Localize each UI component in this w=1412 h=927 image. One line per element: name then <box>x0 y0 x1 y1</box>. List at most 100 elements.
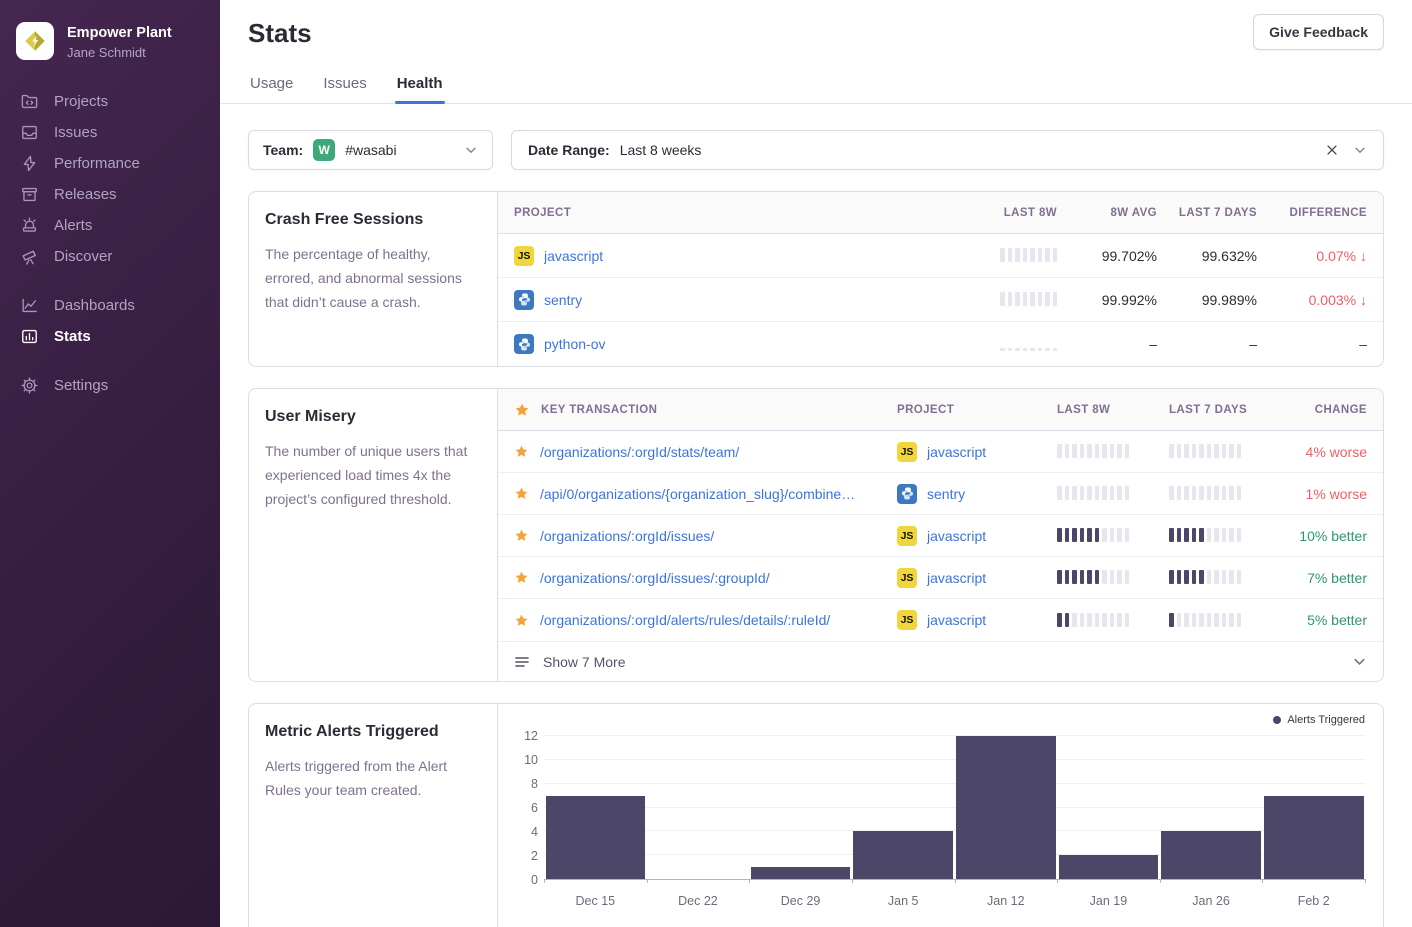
project-link[interactable]: javascript <box>927 444 986 460</box>
sidebar-item-label: Performance <box>54 155 140 172</box>
x-axis-tick <box>647 879 648 883</box>
chevron-down-icon <box>464 143 478 157</box>
crash-free-table-body: JSjavascript99.702%99.632%0.07% ↓sentry9… <box>498 234 1383 366</box>
user-misery-title: User Misery <box>265 408 481 426</box>
sidebar-item-issues[interactable]: Issues <box>0 117 220 148</box>
sidebar-item-releases[interactable]: Releases <box>0 179 220 210</box>
show-more-row[interactable]: Show 7 More <box>498 641 1383 681</box>
sidebar-item-performance[interactable]: Performance <box>0 148 220 179</box>
tab-issues[interactable]: Issues <box>321 67 368 103</box>
date-range-label: Date Range: <box>528 142 610 158</box>
transaction-link[interactable]: /organizations/:orgId/issues/:groupId/ <box>540 570 770 586</box>
project-cell: sentry <box>514 290 937 310</box>
sparkline <box>1057 611 1169 627</box>
column-header: Last 7 Days <box>1157 207 1257 219</box>
x-axis-tick <box>1160 879 1161 883</box>
give-feedback-button[interactable]: Give Feedback <box>1253 14 1384 50</box>
date-range-icons <box>1325 143 1367 157</box>
last-8w-sparkline-cell <box>1057 526 1169 545</box>
last-8w-sparkline-cell <box>1057 568 1169 587</box>
sparkline <box>1169 484 1281 500</box>
org-name: Empower Plant <box>67 22 172 42</box>
date-range-select[interactable]: Date Range: Last 8 weeks <box>511 130 1384 170</box>
star-icon[interactable] <box>514 613 529 628</box>
crash-free-table-header: ProjectLast 8W8W AvgLast 7 DaysDifferenc… <box>498 192 1383 234</box>
difference-value: 0.003% ↓ <box>1257 292 1367 308</box>
list-icon <box>514 655 530 669</box>
project-link[interactable]: javascript <box>544 248 603 264</box>
x-tick-label: Jan 12 <box>955 894 1058 908</box>
change-value: 10% better <box>1281 528 1367 544</box>
sidebar-item-discover[interactable]: Discover <box>0 241 220 272</box>
bar-cell <box>1160 736 1263 879</box>
y-tick-label: 4 <box>531 825 538 839</box>
legend-label: Alerts Triggered <box>1287 714 1365 726</box>
star-icon[interactable] <box>514 570 529 585</box>
project-link[interactable]: python-ov <box>544 336 605 352</box>
dashboards-icon <box>19 296 39 316</box>
project-link[interactable]: sentry <box>927 486 965 502</box>
x-axis-tick <box>1365 879 1366 883</box>
project-link[interactable]: javascript <box>927 612 986 628</box>
metric-alerts-description-column: Metric Alerts Triggered Alerts triggered… <box>249 704 498 927</box>
transaction-link[interactable]: /api/0/organizations/{organization_slug}… <box>540 486 855 502</box>
last-8w-sparkline-cell <box>937 246 1057 265</box>
last-8w-sparkline-cell <box>1057 611 1169 630</box>
star-icon[interactable] <box>514 528 529 543</box>
date-range-value: Last 8 weeks <box>620 142 702 158</box>
star-icon[interactable] <box>514 486 529 501</box>
project-cell: JSjavascript <box>514 246 937 266</box>
discover-icon <box>19 247 39 267</box>
sidebar-item-label: Stats <box>54 328 91 345</box>
x-axis-tick <box>1057 879 1058 883</box>
project-link[interactable]: javascript <box>927 570 986 586</box>
column-header: Last 8W <box>937 207 1057 219</box>
8w-avg-value: – <box>1057 336 1157 352</box>
sidebar-item-alerts[interactable]: Alerts <box>0 210 220 241</box>
python-platform-icon <box>514 290 534 310</box>
crash-free-table: ProjectLast 8W8W AvgLast 7 DaysDifferenc… <box>498 192 1383 366</box>
project-cell: JSjavascript <box>897 568 1057 588</box>
transaction-link[interactable]: /organizations/:orgId/stats/team/ <box>540 444 739 460</box>
page-title: Stats <box>248 14 312 49</box>
issues-icon <box>19 123 39 143</box>
sidebar-nav: ProjectsIssues Performance Releases Alerts D… <box>0 86 220 401</box>
project-link[interactable]: javascript <box>927 528 986 544</box>
tab-health[interactable]: Health <box>395 67 445 103</box>
content: Team: W #wasabi Date Range: Last 8 weeks <box>220 104 1412 927</box>
project-cell: python-ov <box>514 334 937 354</box>
sidebar-item-dashboards[interactable]: Dashboards <box>0 290 220 321</box>
team-select[interactable]: Team: W #wasabi <box>248 130 493 170</box>
bar <box>1059 855 1159 879</box>
sparkline <box>1169 526 1281 542</box>
bar-cell <box>1057 736 1160 879</box>
sidebar-item-label: Settings <box>54 377 108 394</box>
transaction-link[interactable]: /organizations/:orgId/issues/ <box>540 528 714 544</box>
tab-usage[interactable]: Usage <box>248 67 295 103</box>
clear-icon[interactable] <box>1325 143 1339 157</box>
column-header: Project <box>514 207 937 219</box>
javascript-platform-icon: JS <box>897 526 917 546</box>
sidebar-item-stats[interactable]: Stats <box>0 321 220 352</box>
bar-cell <box>1262 736 1365 879</box>
python-platform-icon <box>514 334 534 354</box>
sparkline <box>937 246 1057 262</box>
x-axis-tick <box>1262 879 1263 883</box>
last-7-days-value: 99.989% <box>1157 292 1257 308</box>
sidebar-item-settings[interactable]: Settings <box>0 370 220 401</box>
column-header: Key Transaction <box>514 402 897 418</box>
project-link[interactable]: sentry <box>544 292 582 308</box>
table-row: sentry99.992%99.989%0.003% ↓ <box>498 278 1383 322</box>
star-icon[interactable] <box>514 444 529 459</box>
change-value: 5% better <box>1281 612 1367 628</box>
8w-avg-value: 99.702% <box>1057 248 1157 264</box>
column-header: 8W Avg <box>1057 207 1157 219</box>
org-switcher[interactable]: Empower Plant Jane Schmidt <box>0 14 220 86</box>
transaction-link[interactable]: /organizations/:orgId/alerts/rules/detai… <box>540 612 830 628</box>
x-tick-label: Jan 5 <box>852 894 955 908</box>
x-tick-label: Dec 29 <box>749 894 852 908</box>
sidebar-item-projects[interactable]: Projects <box>0 86 220 117</box>
y-tick-label: 6 <box>531 801 538 815</box>
key-transaction-cell: /organizations/:orgId/issues/ <box>514 528 897 544</box>
sidebar-item-label: Alerts <box>54 217 92 234</box>
